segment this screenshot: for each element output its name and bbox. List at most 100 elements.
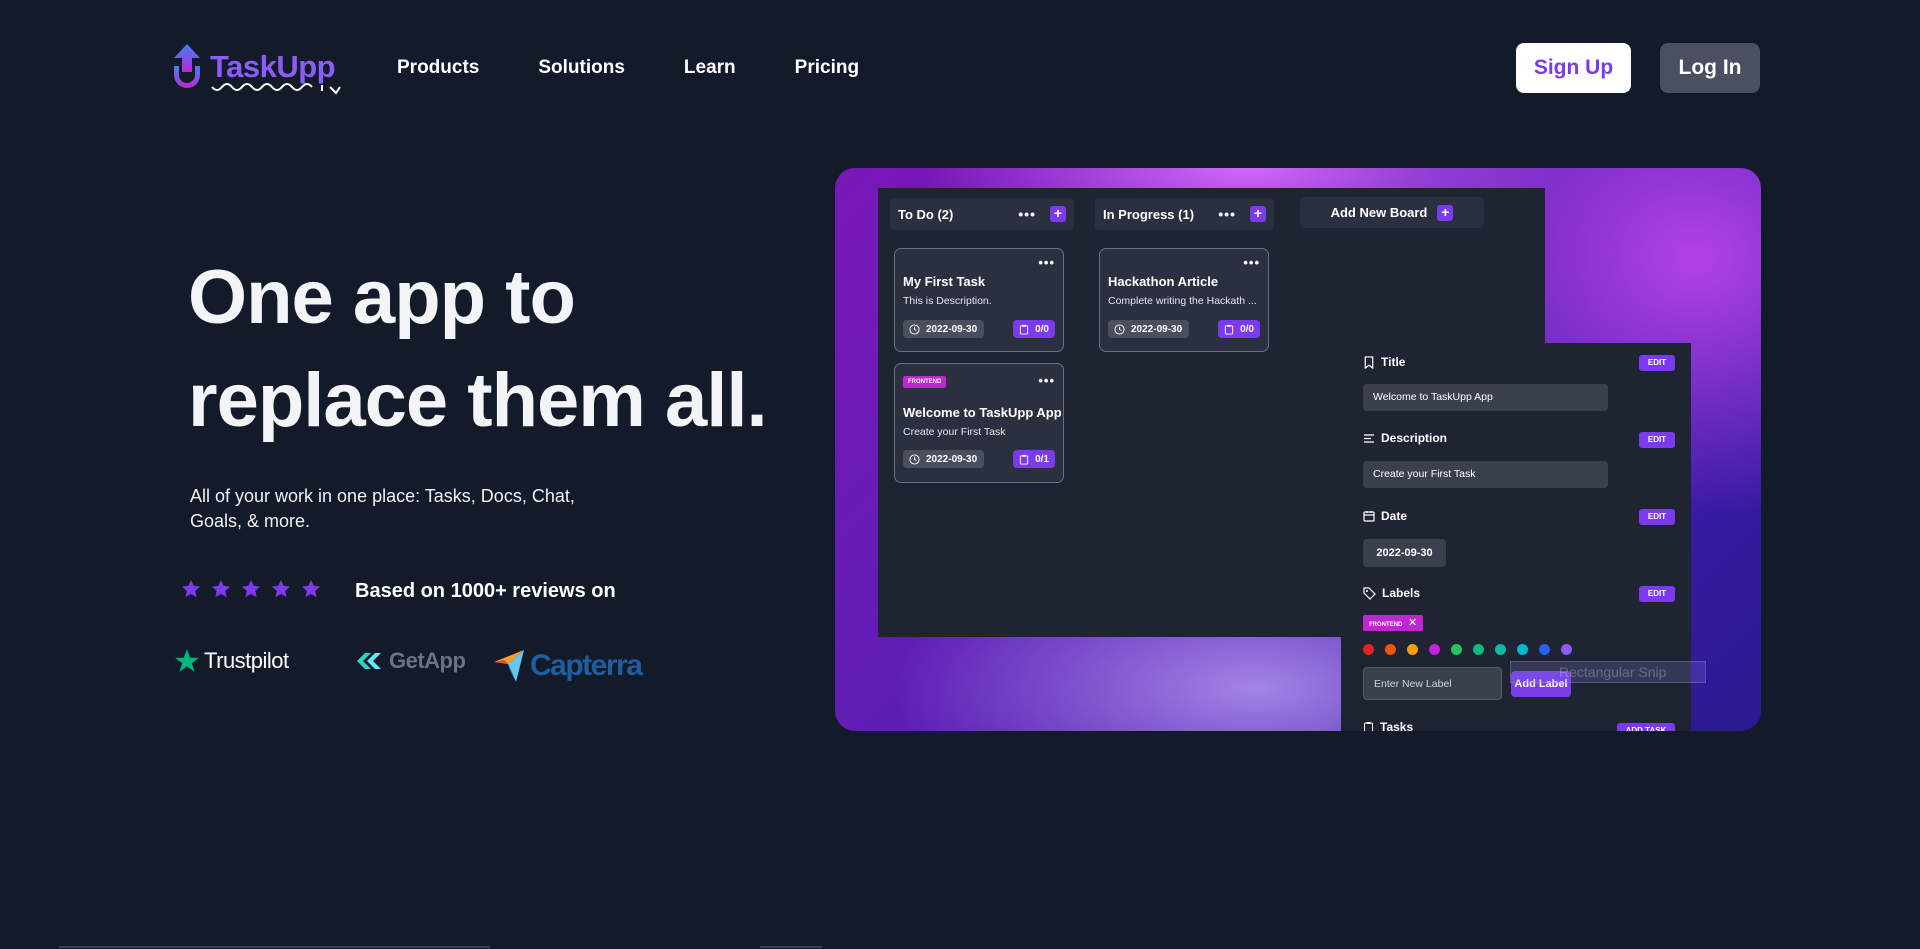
product-preview: To Do (2) ••• + In Progress (1) ••• + Ad…: [835, 168, 1761, 731]
add-card-button[interactable]: +: [1050, 206, 1066, 222]
nav-learn[interactable]: Learn: [684, 57, 736, 79]
date-value[interactable]: 2022-09-30: [1363, 539, 1446, 567]
column-title: To Do (2): [898, 206, 954, 222]
card-date-value: 2022-09-30: [926, 323, 978, 335]
date-row: Date: [1363, 509, 1407, 523]
plus-icon: +: [1437, 204, 1454, 221]
card-date: 2022-09-30: [1108, 320, 1190, 338]
more-options-icon[interactable]: •••: [1218, 206, 1236, 222]
card-title: My First Task: [903, 274, 986, 289]
labels-label: Labels: [1382, 586, 1421, 600]
edit-description-button[interactable]: EDIT: [1639, 432, 1675, 448]
card-task-count: 0/0: [1218, 320, 1260, 338]
clipboard-icon: [1364, 722, 1373, 731]
new-label-input[interactable]: Enter New Label: [1363, 667, 1502, 700]
headline-line-2: replace them all.: [188, 358, 768, 443]
align-left-icon: [1364, 433, 1374, 443]
remove-label-icon[interactable]: ✕: [1408, 617, 1417, 629]
trustpilot-logo: Trustpilot: [174, 648, 289, 674]
clipboard-icon: [1019, 454, 1029, 465]
add-new-board-button[interactable]: Add New Board +: [1300, 197, 1484, 228]
color-swatch[interactable]: [1451, 644, 1462, 655]
add-task-button[interactable]: ADD TASK: [1617, 723, 1675, 731]
edit-title-button[interactable]: EDIT: [1639, 355, 1675, 371]
divider: [59, 946, 490, 948]
color-swatch[interactable]: [1539, 644, 1550, 655]
clock-icon: [909, 323, 920, 335]
arrow-up-logo-icon: [174, 44, 200, 88]
card-task-count-value: 0/0: [1035, 323, 1049, 335]
tag-icon: [1363, 586, 1376, 600]
card-task-count-value: 0/0: [1240, 323, 1254, 335]
card-description: This is Description.: [903, 295, 992, 307]
description-field[interactable]: Create your First Task: [1363, 461, 1608, 488]
edit-labels-button[interactable]: EDIT: [1639, 586, 1675, 602]
trustpilot-star-icon: [175, 649, 199, 672]
logo-text: TaskUpp: [210, 49, 341, 95]
getapp-chevrons-icon: [357, 653, 381, 669]
getapp-label: GetApp: [389, 648, 466, 673]
capterra-arrow-icon: [494, 650, 524, 682]
main-nav: Products Solutions Learn Pricing: [397, 57, 918, 79]
column-header-todo: To Do (2) ••• +: [890, 198, 1074, 230]
color-swatch[interactable]: [1429, 644, 1440, 655]
capterra-label: Capterra: [530, 649, 643, 682]
rating-stars: [180, 578, 322, 600]
description-label: Description: [1381, 431, 1448, 445]
add-board-label: Add New Board: [1330, 205, 1428, 220]
hero-headline: One app to replace them all.: [188, 246, 828, 452]
nav-pricing[interactable]: Pricing: [795, 57, 859, 79]
color-swatch[interactable]: [1473, 644, 1484, 655]
card-menu-icon[interactable]: •••: [1243, 255, 1260, 270]
signup-button[interactable]: Sign Up: [1516, 43, 1631, 93]
task-card[interactable]: ••• Hackathon Article Complete writing t…: [1099, 248, 1269, 352]
calendar-icon: [1363, 511, 1375, 522]
star-icon: [181, 579, 201, 598]
more-options-icon[interactable]: •••: [1018, 206, 1036, 222]
column-header-in-progress: In Progress (1) ••• +: [1095, 198, 1274, 230]
color-swatch[interactable]: [1495, 644, 1506, 655]
color-swatch[interactable]: [1517, 644, 1528, 655]
capterra-logo: Capterra: [494, 648, 643, 684]
task-card[interactable]: FRONTEND ••• Welcome to TaskUpp App Crea…: [894, 363, 1064, 483]
tasks-label: Tasks: [1380, 720, 1414, 731]
add-card-button[interactable]: +: [1250, 206, 1266, 222]
label-chip: FRONTEND ✕: [1363, 615, 1424, 631]
star-icon: [271, 579, 291, 598]
color-swatch[interactable]: [1561, 644, 1572, 655]
date-label: Date: [1381, 509, 1408, 523]
color-swatch[interactable]: [1385, 644, 1396, 655]
edit-date-button[interactable]: EDIT: [1639, 509, 1675, 525]
divider: [760, 946, 822, 948]
column-title: In Progress (1): [1103, 206, 1195, 222]
title-row: Title: [1363, 355, 1405, 369]
card-date-value: 2022-09-30: [926, 453, 978, 465]
card-description: Create your First Task: [903, 426, 1006, 438]
label-tag: FRONTEND: [903, 376, 947, 388]
hero-subtext: All of your work in one place: Tasks, Do…: [190, 486, 575, 531]
logo[interactable]: TaskUpp: [170, 42, 341, 95]
card-menu-icon[interactable]: •••: [1038, 373, 1055, 388]
card-title: Welcome to TaskUpp App: [903, 405, 1062, 420]
nav-solutions[interactable]: Solutions: [538, 57, 625, 79]
label-color-picker: [1363, 644, 1572, 655]
nav-products[interactable]: Products: [397, 57, 479, 79]
color-swatch[interactable]: [1363, 644, 1374, 655]
card-task-count: 0/1: [1013, 450, 1055, 468]
task-card[interactable]: ••• My First Task This is Description. 2…: [894, 248, 1064, 352]
card-date: 2022-09-30: [903, 450, 985, 468]
card-date-value: 2022-09-30: [1131, 323, 1183, 335]
labels-row: Labels: [1363, 586, 1420, 600]
trustpilot-label: Trustpilot: [204, 648, 289, 673]
login-button[interactable]: Log In: [1660, 43, 1760, 93]
card-description: Complete writing the Hackath ...: [1108, 295, 1257, 307]
title-label: Title: [1381, 355, 1406, 369]
star-icon: [211, 579, 231, 598]
title-field[interactable]: Welcome to TaskUpp App: [1363, 384, 1608, 411]
card-menu-icon[interactable]: •••: [1038, 255, 1055, 270]
clock-icon: [1114, 323, 1125, 335]
description-row: Description: [1363, 431, 1447, 445]
clock-icon: [909, 453, 920, 465]
squiggle-underline-icon: [211, 83, 341, 95]
color-swatch[interactable]: [1407, 644, 1418, 655]
